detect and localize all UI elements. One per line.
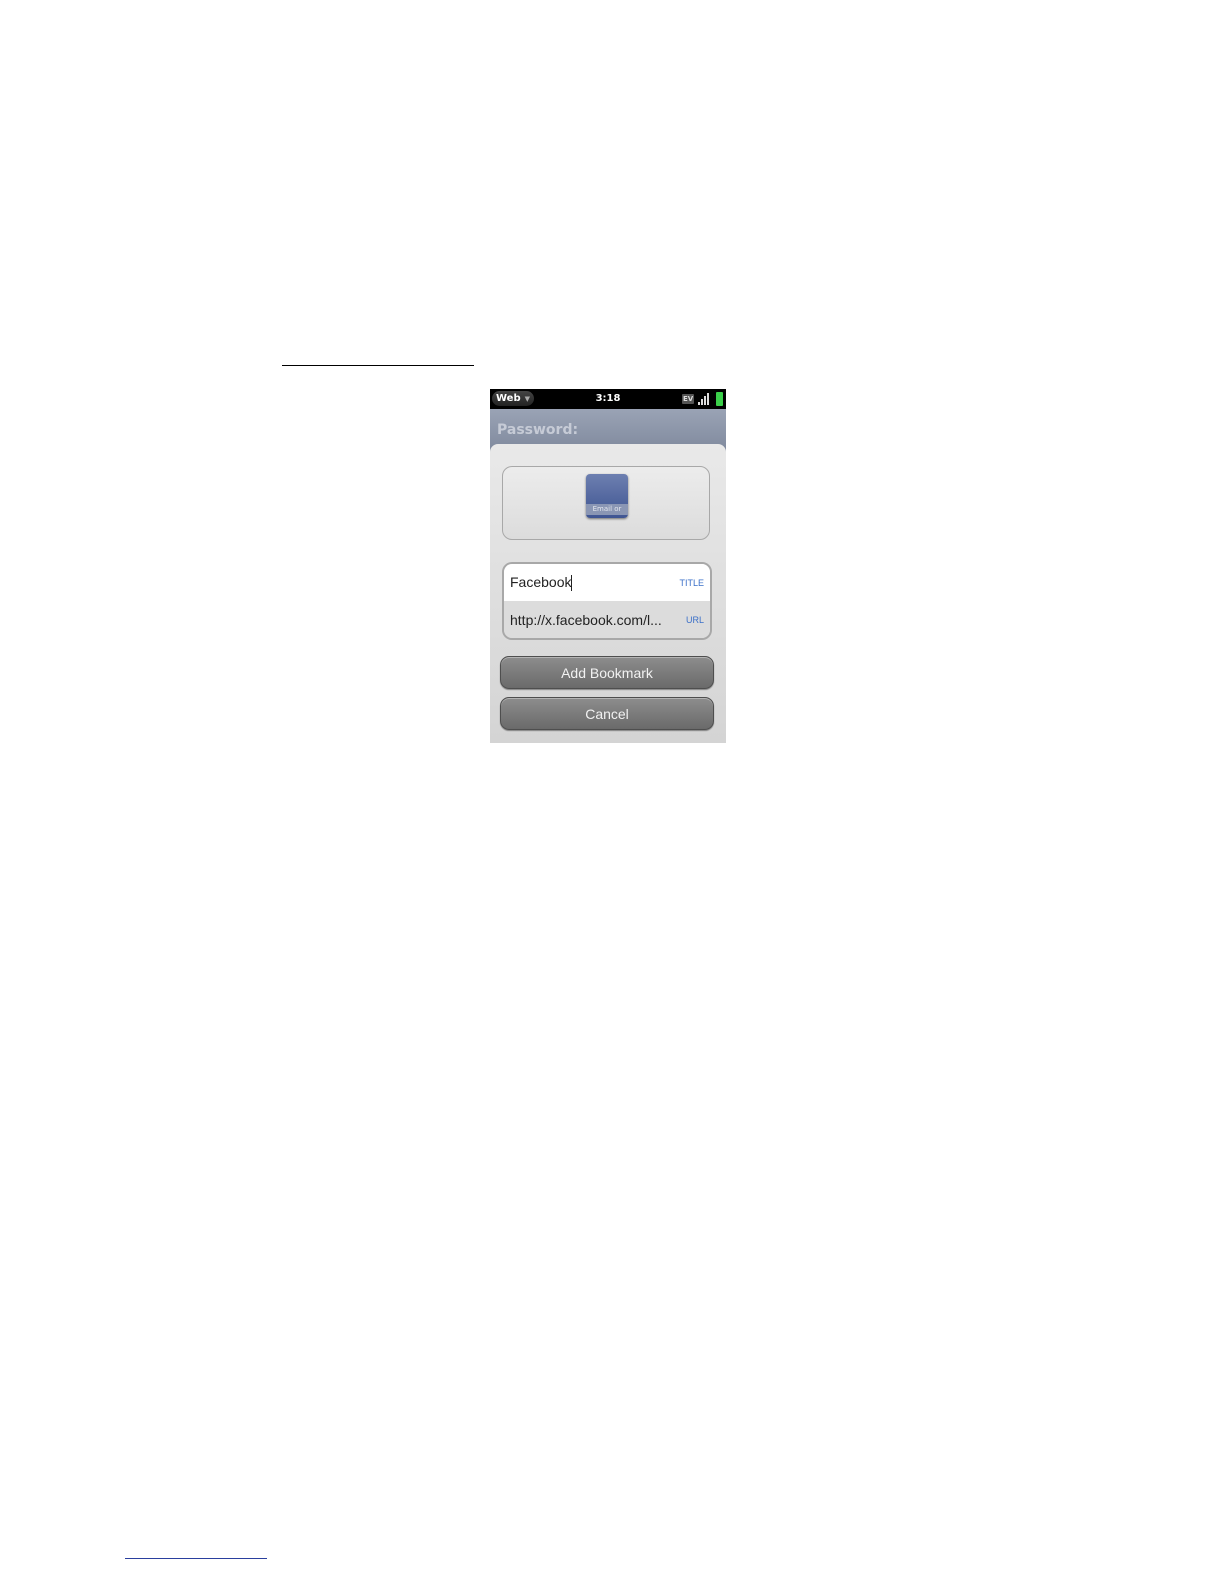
add-bookmark-button[interactable]: Add Bookmark [500, 656, 714, 689]
text-cursor [571, 575, 573, 592]
url-tag: URL [685, 614, 704, 625]
title-field[interactable]: Facebook TITLE [504, 564, 710, 601]
bookmark-thumbnail-icon: Email or [586, 474, 628, 518]
battery-icon [716, 392, 723, 406]
bookmark-thumbnail-frame: Email or [502, 466, 710, 540]
top-rule [282, 365, 474, 366]
status-bar: Web ▼ 3:18 EV [490, 389, 726, 409]
title-value: Facebook [510, 573, 572, 590]
title-input[interactable]: Facebook [510, 573, 573, 592]
cancel-button[interactable]: Cancel [500, 697, 714, 730]
thumbnail-label: Email or [586, 504, 628, 515]
url-input[interactable]: http://x.facebook.com/l... [510, 612, 662, 628]
title-tag: TITLE [679, 577, 704, 588]
bookmark-fields: Facebook TITLE http://x.facebook.com/l..… [502, 562, 712, 640]
bottom-rule [125, 1558, 267, 1559]
url-field[interactable]: http://x.facebook.com/l... URL [504, 601, 710, 638]
password-label: Password: [497, 422, 579, 438]
signal-strength-icon [698, 393, 710, 405]
add-bookmark-dialog: Email or Facebook TITLE http://x.faceboo… [490, 444, 726, 743]
network-type-icon: EV [682, 394, 695, 404]
phone-screenshot: Web ▼ 3:18 EV Password: Email or Faceboo… [490, 389, 726, 743]
